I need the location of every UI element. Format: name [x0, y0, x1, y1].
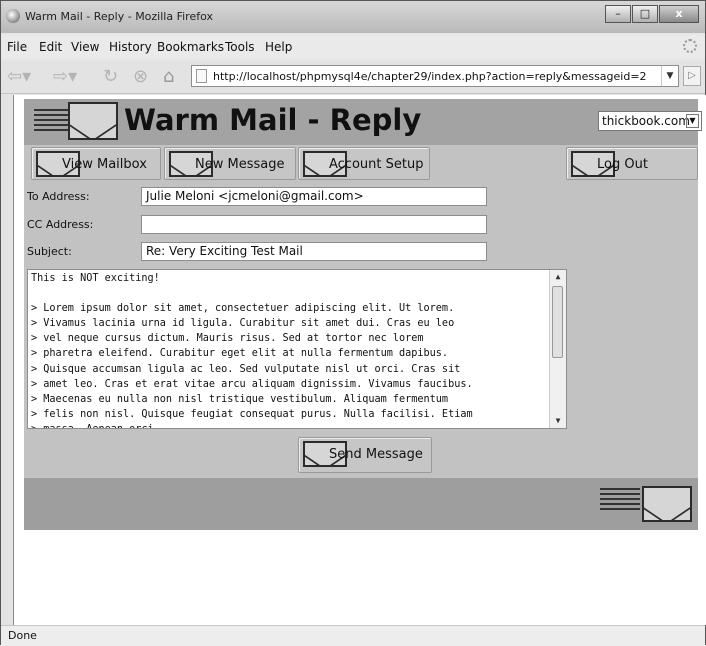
chevron-down-icon: ▼ — [686, 114, 699, 128]
stop-icon[interactable]: ⊗ — [133, 67, 148, 87]
page-content: Warm Mail - Reply thickbook.com ▼ View M… — [13, 95, 706, 625]
account-setup-label: Account Setup — [329, 157, 424, 172]
log-out-button[interactable]: Log Out — [566, 147, 698, 180]
view-mailbox-button[interactable]: View Mailbox — [31, 147, 161, 180]
url-text: http://localhost/phpmysql4e/chapter29/in… — [213, 70, 647, 83]
envelope-logo-icon — [68, 102, 118, 140]
go-button[interactable]: ▷ — [683, 66, 701, 86]
message-scrollbar[interactable]: ▲ ▼ — [549, 270, 566, 428]
subject-field[interactable]: Re: Very Exciting Test Mail — [141, 242, 487, 261]
maximize-button[interactable]: □ — [632, 5, 658, 23]
status-bar: Done — [1, 625, 705, 646]
app-title: Warm Mail - Reply — [124, 103, 422, 137]
menu-help[interactable]: Help — [265, 40, 292, 54]
sidebar-edge — [1, 95, 13, 625]
back-arrow-icon[interactable]: ⇦▾ — [7, 67, 31, 87]
close-button[interactable]: x — [659, 5, 699, 23]
scroll-up-icon[interactable]: ▲ — [550, 270, 566, 284]
navigation-toolbar: ⇦▾ ⇨▾ ↻ ⊗ ⌂ http://localhost/phpmysql4e/… — [1, 61, 705, 94]
app-footer — [24, 478, 698, 530]
menu-history[interactable]: History — [109, 40, 152, 54]
menu-edit[interactable]: Edit — [39, 40, 62, 54]
window-controls: – □ x — [605, 5, 699, 25]
menu-bar: File Edit View History Bookmarks Tools H… — [1, 35, 705, 59]
envelope-logo-icon — [642, 486, 692, 522]
view-mailbox-label: View Mailbox — [62, 157, 147, 172]
menu-tools[interactable]: Tools — [225, 40, 255, 54]
reload-icon[interactable]: ↻ — [103, 67, 118, 87]
send-message-button[interactable]: Send Message — [298, 437, 432, 473]
send-message-label: Send Message — [329, 447, 423, 462]
title-bar: Warm Mail - Reply - Mozilla Firefox – □ … — [1, 1, 705, 33]
cc-address-field[interactable] — [141, 215, 487, 234]
scrollbar-thumb[interactable] — [552, 286, 563, 358]
menu-bookmarks[interactable]: Bookmarks — [157, 40, 224, 54]
account-select-value: thickbook.com — [602, 114, 690, 128]
account-select[interactable]: thickbook.com ▼ — [598, 111, 702, 131]
reply-form: To Address: Julie Meloni <jcmeloni@gmail… — [24, 181, 698, 478]
home-icon[interactable]: ⌂ — [163, 67, 174, 87]
menu-view[interactable]: View — [71, 40, 99, 54]
browser-window: Warm Mail - Reply - Mozilla Firefox – □ … — [0, 0, 706, 646]
scroll-down-icon[interactable]: ▼ — [550, 414, 566, 428]
cc-label: CC Address: — [27, 218, 94, 231]
minimize-button[interactable]: – — [605, 5, 631, 23]
status-text: Done — [8, 629, 37, 642]
subject-label: Subject: — [27, 245, 72, 258]
log-out-label: Log Out — [597, 157, 648, 172]
url-bar[interactable]: http://localhost/phpmysql4e/chapter29/in… — [191, 65, 679, 87]
message-body-textarea[interactable]: This is NOT exciting! > Lorem ipsum dolo… — [27, 269, 567, 429]
to-address-field[interactable]: Julie Meloni <jcmeloni@gmail.com> — [141, 187, 487, 206]
menu-file[interactable]: File — [7, 40, 27, 54]
firefox-logo-icon — [6, 9, 20, 23]
window-title: Warm Mail - Reply - Mozilla Firefox — [25, 10, 213, 23]
forward-arrow-icon[interactable]: ⇨▾ — [53, 67, 77, 87]
app-nav: View Mailbox New Message Account Setup L… — [24, 145, 698, 181]
app-header: Warm Mail - Reply thickbook.com ▼ — [24, 99, 702, 145]
speed-lines-icon — [600, 488, 640, 518]
page-icon — [196, 69, 207, 83]
new-message-button[interactable]: New Message — [164, 147, 296, 180]
account-setup-button[interactable]: Account Setup — [298, 147, 430, 180]
new-message-label: New Message — [195, 157, 285, 172]
to-label: To Address: — [27, 190, 90, 203]
message-body-text: This is NOT exciting! > Lorem ipsum dolo… — [31, 273, 473, 428]
activity-throbber-icon — [683, 39, 697, 53]
url-dropdown-icon[interactable]: ▼ — [661, 66, 678, 86]
